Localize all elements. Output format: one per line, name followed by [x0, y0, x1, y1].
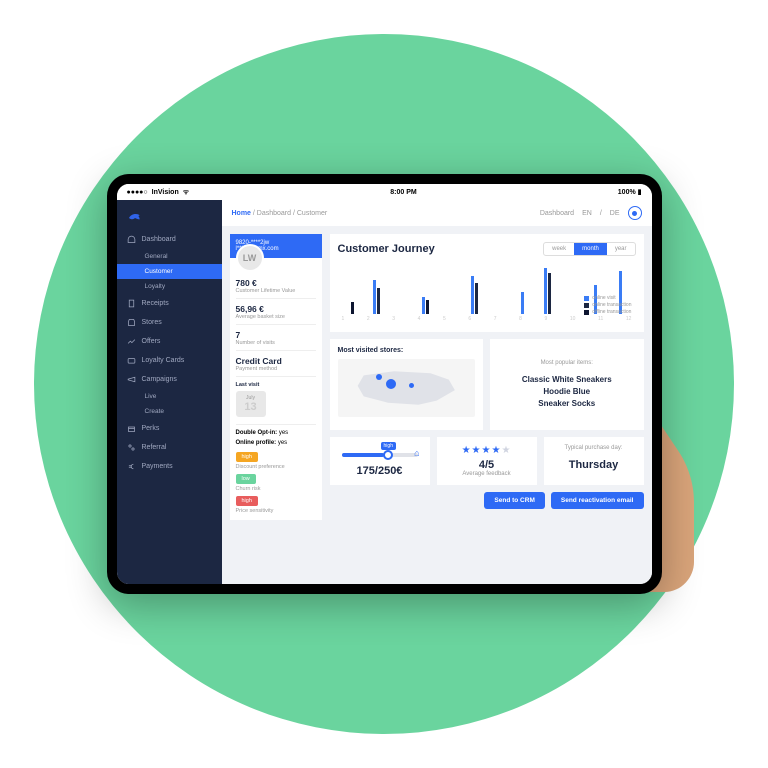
referral-icon: [127, 443, 136, 452]
spend-slider-card: high ⌂ 175/250€: [330, 437, 430, 485]
spend-slider[interactable]: high ⌂: [342, 453, 418, 457]
perks-icon: [127, 424, 136, 433]
sidebar: Dashboard General Customer Loyalty Recei…: [117, 200, 222, 584]
journey-card: Customer Journey week month year online …: [330, 234, 644, 332]
home-icon: ⌂: [414, 448, 419, 458]
rating-card: ★★★★★ 4/5 Average feedback: [437, 437, 537, 485]
chart-legend: online visit online transaction offline …: [584, 295, 631, 316]
last-visit-date: July13: [236, 391, 266, 417]
visits-value: 7: [236, 330, 316, 340]
nav-stores[interactable]: Stores: [117, 313, 222, 332]
lang-en[interactable]: EN: [582, 210, 592, 217]
stores-map: [338, 359, 476, 417]
clv-value: 780 €: [236, 278, 316, 288]
topbar-dashboard-link[interactable]: Dashboard: [540, 210, 574, 217]
euro-icon: [127, 462, 136, 471]
basket-value: 56,96 €: [236, 304, 316, 314]
journey-chart: online visit online transaction offline …: [338, 262, 636, 314]
stores-card: Most visited stores:: [330, 339, 484, 430]
receipt-icon: [127, 299, 136, 308]
purchase-day-value: Thursday: [552, 459, 636, 471]
send-email-button[interactable]: Send reactivation email: [551, 492, 644, 509]
tablet-frame: ●●●●○InVisionᯤ 8:00 PM 100% ▮ Dashboard …: [107, 174, 662, 594]
nav-offers[interactable]: Offers: [117, 332, 222, 351]
nav-perks[interactable]: Perks: [117, 419, 222, 438]
logo: [117, 206, 222, 230]
price-badge: high: [236, 496, 258, 506]
nav-customer[interactable]: Customer: [117, 264, 222, 279]
offers-icon: [127, 337, 136, 346]
churn-badge: low: [236, 474, 256, 484]
customer-card: 9820-****2jw l***w@gmx.com LW 780 €Custo…: [230, 234, 322, 520]
purchase-day-card: Typical purchase day: Thursday: [544, 437, 644, 485]
send-crm-button[interactable]: Send to CRM: [484, 492, 544, 509]
period-tabs: week month year: [543, 242, 635, 256]
nav-receipts[interactable]: Receipts: [117, 294, 222, 313]
popular-item: Sneaker Socks: [498, 398, 636, 410]
lang-de[interactable]: DE: [610, 210, 620, 217]
breadcrumb: Home / Dashboard / Customer: [232, 210, 328, 217]
status-time: 8:00 PM: [390, 189, 416, 196]
nav-payments[interactable]: Payments: [117, 457, 222, 476]
user-avatar-icon[interactable]: [628, 206, 642, 220]
period-week[interactable]: week: [544, 243, 574, 255]
nav-referral[interactable]: Referral: [117, 438, 222, 457]
journey-title: Customer Journey: [338, 243, 435, 255]
nav-campaigns[interactable]: Campaigns: [117, 370, 222, 389]
nav-general[interactable]: General: [117, 249, 222, 264]
nav-dashboard[interactable]: Dashboard: [117, 230, 222, 249]
spend-value: 175/250€: [338, 465, 422, 477]
campaign-icon: [127, 375, 136, 384]
period-month[interactable]: month: [574, 243, 607, 255]
nav-create[interactable]: Create: [117, 404, 222, 419]
nav-live[interactable]: Live: [117, 389, 222, 404]
payment-value: Credit Card: [236, 356, 316, 366]
popular-items-card: Most popular items: Classic White Sneake…: [490, 339, 644, 430]
period-year[interactable]: year: [607, 243, 635, 255]
topbar: Home / Dashboard / Customer Dashboard EN…: [222, 200, 652, 226]
nav-loyalty[interactable]: Loyalty: [117, 279, 222, 294]
popular-item: Hoodie Blue: [498, 386, 636, 398]
status-bar: ●●●●○InVisionᯤ 8:00 PM 100% ▮: [117, 184, 652, 200]
customer-initials: LW: [236, 244, 264, 272]
rating-value: 4/5: [445, 459, 529, 471]
nav-loyalty-cards[interactable]: Loyalty Cards: [117, 351, 222, 370]
rating-stars: ★★★★★: [445, 445, 529, 456]
popular-item: Classic White Sneakers: [498, 374, 636, 386]
bird-logo-icon: [127, 210, 143, 226]
card-icon: [127, 356, 136, 365]
status-battery: 100% ▮: [618, 188, 642, 196]
discount-badge: high: [236, 452, 258, 462]
dashboard-icon: [127, 235, 136, 244]
store-icon: [127, 318, 136, 327]
